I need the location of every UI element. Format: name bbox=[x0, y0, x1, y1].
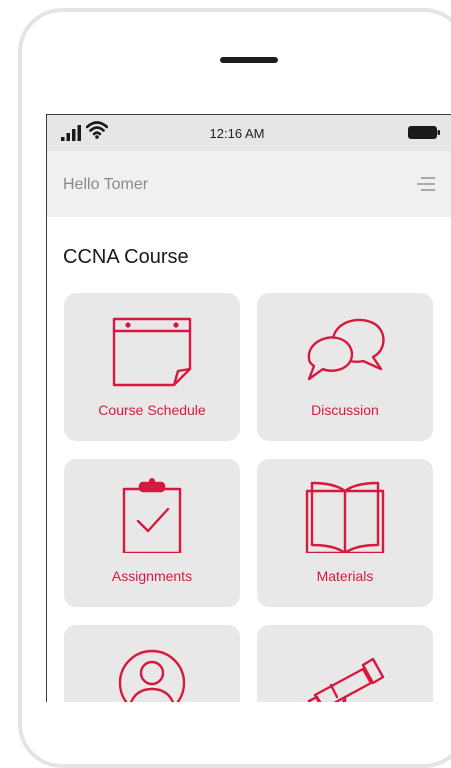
tile-label: Discussion bbox=[311, 402, 379, 418]
hamburger-menu-icon[interactable] bbox=[417, 176, 435, 192]
tile-label: Course Schedule bbox=[98, 402, 206, 418]
status-bar: 12:16 AM bbox=[47, 115, 451, 151]
signal-icon bbox=[61, 125, 81, 141]
wifi-icon bbox=[86, 121, 108, 139]
tile-label: Assignments bbox=[111, 568, 193, 584]
tile-discussion[interactable]: Discussion bbox=[257, 293, 433, 441]
calendar-icon bbox=[112, 317, 192, 387]
tile-assignments[interactable]: Assignments bbox=[64, 459, 240, 607]
tile-course-schedule[interactable]: Course Schedule bbox=[64, 293, 240, 441]
open-book-icon bbox=[305, 481, 385, 553]
tile-telescope[interactable] bbox=[257, 625, 433, 702]
user-profile-icon bbox=[118, 649, 186, 702]
phone-screen: 12:16 AM Hello Tomer CCNA Course Course … bbox=[46, 114, 451, 702]
course-title: CCNA Course bbox=[63, 246, 189, 268]
clipboard-check-icon bbox=[122, 478, 182, 553]
telescope-icon bbox=[307, 657, 385, 702]
tile-profile[interactable] bbox=[64, 625, 240, 702]
speaker-grille bbox=[220, 57, 278, 63]
tile-label: Materials bbox=[316, 568, 374, 584]
chat-bubbles-icon bbox=[307, 318, 385, 381]
battery-icon bbox=[408, 126, 440, 139]
app-header: Hello Tomer bbox=[47, 151, 451, 217]
greeting-text: Hello Tomer bbox=[63, 176, 149, 193]
status-time: 12:16 AM bbox=[209, 126, 265, 141]
tile-materials[interactable]: Materials bbox=[257, 459, 433, 607]
